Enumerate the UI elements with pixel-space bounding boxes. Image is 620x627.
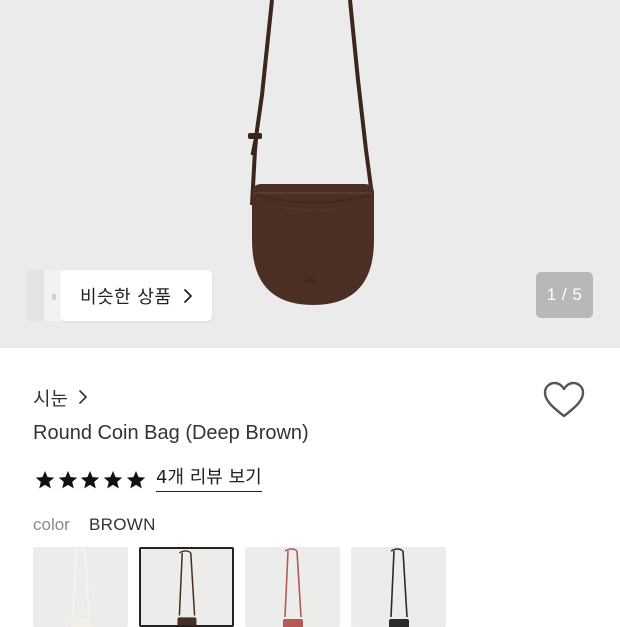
chevron-right-icon [184,289,192,303]
product-image-carousel[interactable]: 비슷한 상품 1 / 5 [0,0,620,348]
star-icon [81,471,100,489]
color-label: color [33,515,70,534]
color-swatch-ivory[interactable] [33,547,128,627]
similar-products-label: 비슷한 상품 [80,286,172,308]
review-link[interactable]: 4개 리뷰 보기 [156,467,262,492]
star-icon [58,471,77,489]
color-swatch-red[interactable] [245,547,340,627]
brand-link[interactable]: 시눈 [33,383,90,411]
color-value: BROWN [89,515,156,534]
brand-name: 시눈 [33,387,68,410]
image-pager: 1 / 5 [536,272,593,318]
wishlist-heart-icon[interactable] [543,381,585,421]
rating-stars [35,470,148,490]
similar-products-button[interactable]: 비슷한 상품 [60,270,212,321]
chevron-right-icon [79,390,87,404]
bag-thumbnail [177,550,197,625]
color-swatch-brown[interactable] [139,547,234,627]
bag-thumbnail [71,548,91,627]
star-icon [103,471,123,489]
star-icon [126,471,145,489]
bag-thumbnail [283,548,303,627]
star-icon [35,471,55,489]
product-title: Round Coin Bag (Deep Brown) [33,422,309,444]
bag-thumbnail [389,548,409,627]
color-swatch-black[interactable] [351,547,446,627]
